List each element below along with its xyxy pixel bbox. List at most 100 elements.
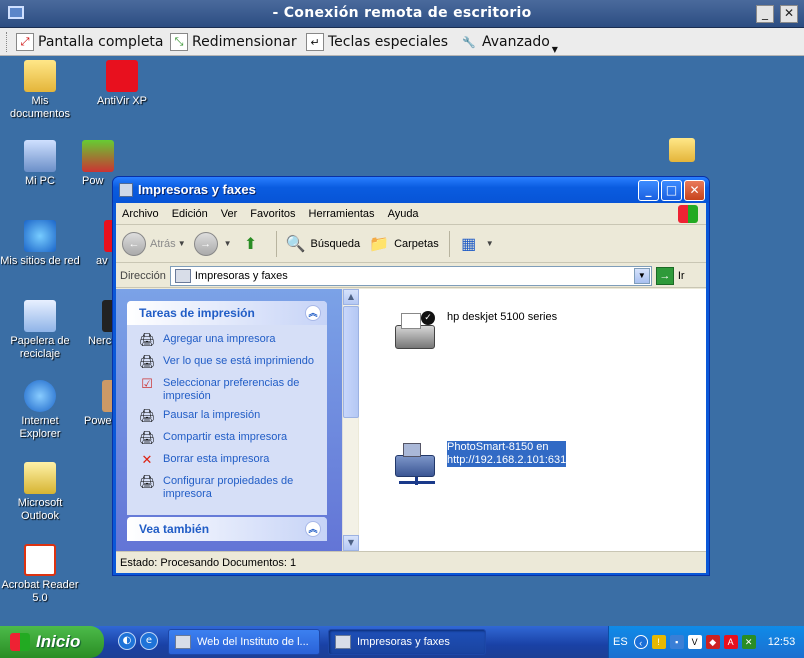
task-pane-scrollbar[interactable]: ▲ ▼ — [342, 289, 359, 551]
desktop-icon-folder[interactable] — [662, 138, 702, 165]
desktop-icon-label: Acrobat Reader 5.0 — [1, 579, 79, 604]
quicklaunch-ie-icon[interactable]: e — [140, 632, 158, 650]
desktop-icon-label: AntiVir XP — [97, 95, 147, 107]
v-app-icon[interactable]: V — [687, 635, 702, 649]
media-icon — [82, 140, 114, 172]
printer-name: PhotoSmart-8150 en http://192.168.2.101:… — [447, 441, 567, 467]
see-also-header[interactable]: Vea también ︽ — [127, 517, 327, 541]
quicklaunch-show-desktop-icon[interactable]: ◐ — [118, 632, 136, 650]
security-tray-icon[interactable]: ◆ — [705, 635, 720, 649]
printer-name-line2: http://192.168.2.101:631 — [447, 454, 567, 466]
system-tray: ES ‹ ! ▪ V ◆ A ✕ 12:53 — [608, 626, 804, 658]
menu-edicion[interactable]: Edición — [172, 208, 208, 220]
printers-folder-icon — [335, 635, 351, 649]
menu-ver[interactable]: Ver — [221, 208, 238, 220]
desktop-icon-mis-sitios-de-red[interactable]: Mis sitios de red — [0, 220, 80, 268]
antivir-tray-icon[interactable]: A — [723, 635, 738, 649]
printers-list: ✓ hp deskjet 5100 series PhotoSmart-8150… — [359, 289, 706, 551]
default-printer-check-icon: ✓ — [421, 311, 435, 325]
task-view-queue[interactable]: 🖨 Ver lo que se está imprimiendo — [139, 355, 319, 371]
views-button[interactable]: ▦ ▼ — [458, 233, 493, 255]
windows-logo-icon — [678, 205, 698, 223]
task-delete[interactable]: ✕ Borrar esta impresora — [139, 453, 319, 469]
toolbar-separator — [275, 230, 277, 257]
printer-item-photosmart[interactable]: PhotoSmart-8150 en http://192.168.2.101:… — [389, 441, 567, 489]
taskbar-item-web-instituto[interactable]: Web del Instituto de l... — [168, 629, 320, 655]
desktop-icon-outlook[interactable]: Microsoft Outlook — [0, 462, 80, 523]
tray-back-icon[interactable]: ‹ — [633, 635, 648, 649]
menu-herramientas[interactable]: Herramientas — [309, 208, 375, 220]
task-preferences[interactable]: ☑ Seleccionar preferencias de impresión — [139, 377, 319, 403]
see-also-panel: Vea también ︽ — [127, 517, 327, 541]
resize-button[interactable]: ⤡ Redimensionar — [170, 31, 297, 53]
fullscreen-label: Pantalla completa — [38, 34, 164, 50]
address-bar: Dirección Impresoras y faxes ▼ → Ir — [116, 264, 706, 288]
menu-favoritos[interactable]: Favoritos — [250, 208, 295, 220]
task-properties[interactable]: 🖨 Configurar propiedades de impresora — [139, 475, 319, 501]
search-button[interactable]: 🔍 Búsqueda — [285, 233, 361, 255]
desktop-icon-acrobat[interactable]: Acrobat Reader 5.0 — [0, 544, 80, 605]
desktop-icon-internet-explorer[interactable]: Internet Explorer — [0, 380, 80, 441]
share-printer-icon: 🖨 — [139, 431, 156, 446]
collapse-icon[interactable]: ︽ — [305, 521, 321, 537]
properties-icon: 🖨 — [139, 475, 156, 490]
folders-icon: 📁 — [369, 235, 390, 253]
toolbar-separator — [448, 230, 450, 257]
scroll-thumb[interactable] — [343, 306, 359, 418]
desktop-icon-label: Mis sitios de red — [0, 255, 80, 267]
address-dropdown-icon[interactable]: ▼ — [633, 267, 650, 284]
folders-button[interactable]: 📁 Carpetas — [368, 233, 439, 255]
address-input[interactable]: Impresoras y faxes ▼ — [169, 265, 652, 286]
folder-icon — [24, 60, 56, 92]
printers-folder-icon — [119, 183, 133, 197]
folder-icon — [669, 138, 695, 162]
preferences-icon: ☑ — [141, 377, 153, 392]
window-close-button[interactable]: ✕ — [684, 180, 705, 201]
desktop-icon-mi-pc[interactable]: Mi PC — [0, 140, 80, 188]
close-button[interactable]: ✕ — [780, 5, 798, 23]
minimize-button[interactable]: _ — [756, 5, 774, 23]
keyboard-icon: ↵ — [306, 33, 324, 51]
desktop-icon-papelera[interactable]: Papelera de reciclaje — [0, 300, 80, 361]
forward-arrow-icon: → — [193, 231, 218, 256]
start-button[interactable]: Inicio — [0, 626, 104, 658]
special-keys-button[interactable]: ↵ Teclas especiales — [306, 31, 448, 53]
window-maximize-button[interactable]: □ — [661, 180, 682, 201]
forward-button[interactable]: → ▼ — [193, 231, 232, 256]
printers-window-titlebar[interactable]: Impresoras y faxes _ □ ✕ — [113, 177, 709, 203]
print-tasks-header[interactable]: Tareas de impresión ︽ — [127, 301, 327, 325]
desktop-icon-antivir[interactable]: AntiVir XP — [82, 60, 162, 108]
search-label: Búsqueda — [310, 237, 361, 250]
desktop-icon-mis-documentos[interactable]: Mis documentos — [0, 60, 80, 121]
outlook-icon — [24, 462, 56, 494]
up-button[interactable]: ⬆ — [240, 233, 266, 255]
advanced-button[interactable]: 🔧 Avanzado ▼ — [460, 31, 558, 54]
menu-archivo[interactable]: Archivo — [122, 208, 159, 220]
printers-window: Impresoras y faxes _ □ ✕ Archivo Edición… — [112, 176, 710, 576]
print-tasks-panel: Tareas de impresión ︽ 🖨 Agregar una impr… — [127, 301, 327, 515]
status-bar: Estado: Procesando Documentos: 1 — [116, 551, 706, 573]
task-add-printer[interactable]: 🖨 Agregar una impresora — [139, 333, 319, 349]
taskbar: Inicio ◐ e Web del Instituto de l... Imp… — [0, 626, 804, 658]
language-indicator[interactable]: ES — [613, 636, 628, 648]
fullscreen-button[interactable]: ⤢ Pantalla completa — [16, 31, 164, 53]
network-tray-icon[interactable]: ▪ — [669, 635, 684, 649]
taskbar-item-impresoras[interactable]: Impresoras y faxes — [328, 629, 486, 655]
connection-tray-icon[interactable]: ✕ — [741, 635, 756, 649]
collapse-icon[interactable]: ︽ — [305, 305, 321, 321]
back-label: Atrás — [150, 237, 176, 250]
folders-label: Carpetas — [394, 237, 439, 250]
task-pause[interactable]: 🖨 Pausar la impresión — [139, 409, 319, 425]
task-share[interactable]: 🖨 Compartir esta impresora — [139, 431, 319, 447]
shield-icon[interactable]: ! — [651, 635, 666, 649]
printer-item-hp-deskjet[interactable]: ✓ hp deskjet 5100 series — [389, 311, 557, 359]
window-minimize-button[interactable]: _ — [638, 180, 659, 201]
menu-ayuda[interactable]: Ayuda — [388, 208, 419, 220]
remote-desktop-title: - Conexión remota de escritorio — [272, 5, 532, 21]
scroll-up-icon[interactable]: ▲ — [343, 289, 359, 305]
go-button[interactable]: → Ir — [655, 266, 685, 285]
desktop-icon-pow[interactable]: Pow — [82, 140, 116, 188]
scroll-down-icon[interactable]: ▼ — [343, 535, 359, 551]
toolbar-grip[interactable] — [6, 32, 9, 52]
back-button[interactable]: ← Atrás ▼ — [122, 231, 186, 256]
